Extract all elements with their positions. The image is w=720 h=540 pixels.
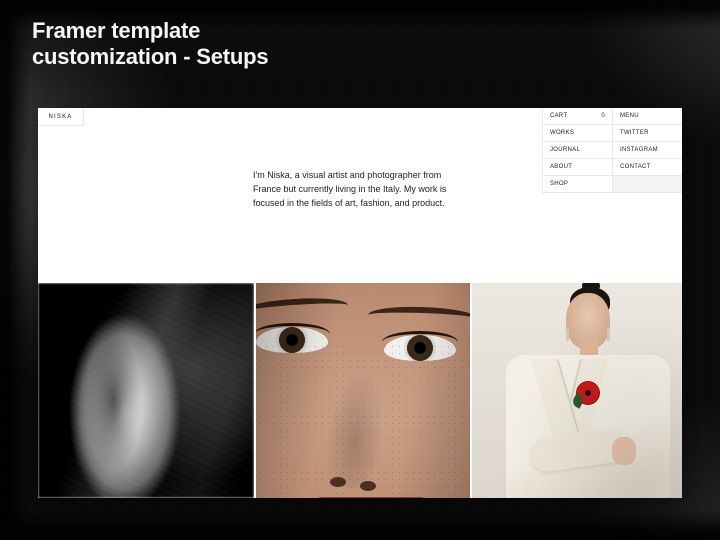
nav-cart-count: 0: [601, 113, 605, 119]
nav-twitter[interactable]: TWITTER: [612, 125, 682, 142]
site-logo[interactable]: NISKA: [38, 108, 84, 126]
nav-journal[interactable]: JOURNAL: [542, 142, 612, 159]
nav-menu[interactable]: MENU: [612, 108, 682, 125]
heading-line-2: customization - Setups: [32, 44, 268, 70]
nav-about[interactable]: ABOUT: [542, 159, 612, 176]
heading-line-1: Framer template: [32, 18, 268, 44]
nav-shop[interactable]: SHOP: [542, 176, 612, 193]
gallery-image-3[interactable]: [472, 283, 682, 498]
nav-grid: CART 0 MENU WORKS TWITTER JOURNAL INSTAG…: [542, 108, 682, 193]
page-heading: Framer template customization - Setups: [32, 18, 268, 71]
site-preview-window: NISKA CART 0 MENU WORKS TWITTER JOURNAL …: [38, 108, 682, 498]
nav-cart-label: CART: [550, 113, 567, 119]
nav-instagram[interactable]: INSTAGRAM: [612, 142, 682, 159]
nav-contact[interactable]: CONTACT: [612, 159, 682, 176]
gallery-image-1[interactable]: [38, 283, 254, 498]
nav-works[interactable]: WORKS: [542, 125, 612, 142]
gallery: [38, 283, 682, 498]
intro-text: I'm Niska, a visual artist and photograp…: [253, 169, 463, 211]
topbar: NISKA CART 0 MENU WORKS TWITTER JOURNAL …: [38, 108, 682, 126]
nav-cart[interactable]: CART 0: [542, 108, 612, 125]
gallery-image-2[interactable]: [256, 283, 470, 498]
nav-empty-cell: [612, 176, 682, 193]
